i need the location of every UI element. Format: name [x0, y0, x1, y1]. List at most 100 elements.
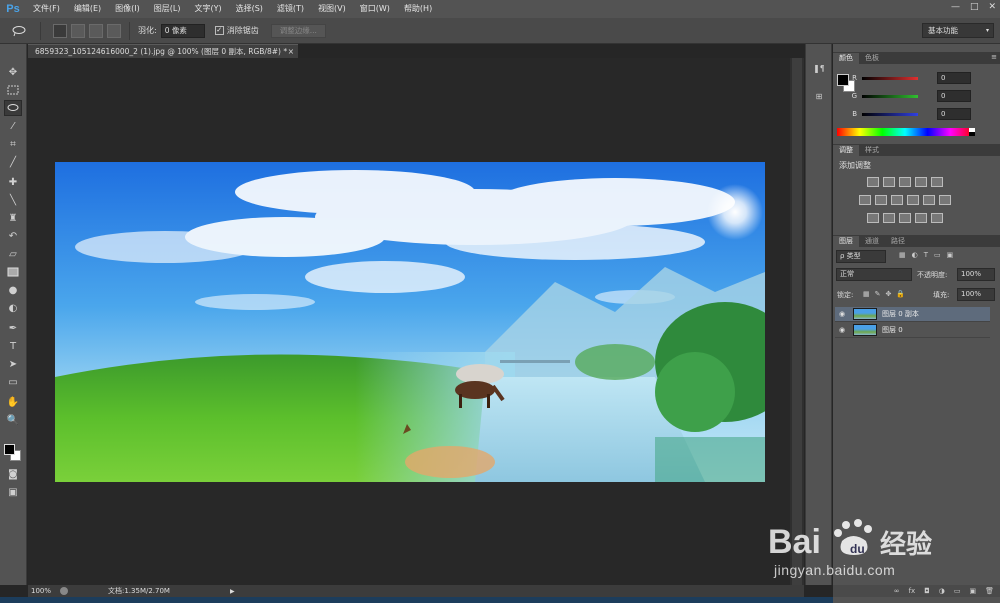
- delete-layer-icon[interactable]: 🗑: [985, 587, 994, 595]
- shape-tool-icon[interactable]: ▭: [4, 374, 22, 390]
- new-adjustment-icon[interactable]: ◑: [939, 587, 945, 595]
- invert-icon[interactable]: [867, 213, 879, 223]
- document-image[interactable]: [55, 162, 765, 482]
- eraser-tool-icon[interactable]: ▱: [4, 246, 22, 262]
- menu-select[interactable]: 选择(S): [229, 0, 270, 18]
- panel-menu-icon[interactable]: ≡: [991, 53, 997, 61]
- green-slider[interactable]: [862, 94, 918, 98]
- tab-channels[interactable]: 通道: [859, 236, 885, 247]
- posterize-icon[interactable]: [883, 213, 895, 223]
- screen-mode-icon[interactable]: ▣: [4, 484, 22, 500]
- layer-filter-select[interactable]: ρ 类型: [836, 250, 886, 263]
- marquee-tool-icon[interactable]: [4, 82, 22, 98]
- layer-mask-icon[interactable]: ◘: [924, 587, 930, 595]
- new-group-icon[interactable]: ▭: [954, 587, 961, 595]
- subtract-selection-icon[interactable]: [89, 23, 103, 38]
- intersect-selection-icon[interactable]: [107, 23, 121, 38]
- link-layers-icon[interactable]: ∞: [894, 587, 900, 595]
- red-slider[interactable]: [862, 76, 918, 80]
- clone-stamp-tool-icon[interactable]: ♜: [4, 210, 22, 226]
- quick-select-tool-icon[interactable]: ⁄: [4, 118, 22, 134]
- crop-tool-icon[interactable]: ⌗: [4, 136, 22, 152]
- opacity-input[interactable]: 100%: [957, 268, 995, 281]
- color-balance-icon[interactable]: [875, 195, 887, 205]
- close-button[interactable]: ✕: [988, 2, 996, 12]
- green-value[interactable]: 0: [937, 90, 971, 102]
- blur-tool-icon[interactable]: ●: [4, 282, 22, 298]
- new-selection-icon[interactable]: [53, 23, 67, 38]
- move-tool-icon[interactable]: ✥: [4, 64, 22, 80]
- menu-help[interactable]: 帮助(H): [397, 0, 439, 18]
- selective-color-icon[interactable]: [931, 213, 943, 223]
- properties-panel-icon[interactable]: ⊞: [811, 88, 827, 104]
- zoom-tool-icon[interactable]: 🔍: [4, 412, 22, 428]
- photo-filter-icon[interactable]: [907, 195, 919, 205]
- antialias-checkbox[interactable]: ✓: [214, 26, 224, 35]
- layer-style-icon[interactable]: fx: [909, 587, 916, 595]
- lock-icons[interactable]: ▦✎✥🔒: [863, 290, 910, 298]
- document-tab[interactable]: 6859323_105124616000_2 (1).jpg @ 100% (图…: [28, 44, 298, 58]
- color-lookup-icon[interactable]: [939, 195, 951, 205]
- menu-filter[interactable]: 滤镜(T): [270, 0, 311, 18]
- zoom-level[interactable]: 100%: [28, 587, 58, 595]
- maximize-button[interactable]: □: [970, 2, 979, 12]
- refine-edge-button[interactable]: 调整边缘...: [270, 23, 326, 38]
- status-info-icon[interactable]: [60, 587, 68, 595]
- channel-mixer-icon[interactable]: [923, 195, 935, 205]
- tab-paths[interactable]: 路径: [885, 236, 911, 247]
- quick-mask-icon[interactable]: ◙: [4, 466, 22, 482]
- status-menu-arrow-icon[interactable]: ▶: [230, 588, 235, 595]
- tab-color[interactable]: 颜色: [833, 53, 859, 64]
- workspace-select[interactable]: 基本功能 ▾: [922, 23, 994, 38]
- brush-tool-icon[interactable]: ╲: [4, 192, 22, 208]
- gradient-tool-icon[interactable]: [4, 264, 22, 280]
- path-select-tool-icon[interactable]: ➤: [4, 356, 22, 372]
- tab-layers[interactable]: 图层: [833, 236, 859, 247]
- menu-window[interactable]: 窗口(W): [353, 0, 397, 18]
- layer-filter-icons[interactable]: ▦◐T▭▣: [899, 251, 959, 259]
- color-spectrum[interactable]: [837, 128, 973, 136]
- vibrance-icon[interactable]: [931, 177, 943, 187]
- tab-styles[interactable]: 样式: [859, 145, 885, 156]
- add-selection-icon[interactable]: [71, 23, 85, 38]
- healing-brush-tool-icon[interactable]: ✚: [4, 174, 22, 190]
- blue-value[interactable]: 0: [937, 108, 971, 120]
- menu-file[interactable]: 文件(F): [26, 0, 67, 18]
- eye-icon[interactable]: ◉: [835, 310, 849, 318]
- history-brush-tool-icon[interactable]: ↶: [4, 228, 22, 244]
- tab-adjustments[interactable]: 调整: [833, 145, 859, 156]
- levels-icon[interactable]: [883, 177, 895, 187]
- menu-edit[interactable]: 编辑(E): [67, 0, 108, 18]
- threshold-icon[interactable]: [899, 213, 911, 223]
- menu-image[interactable]: 图像(I): [108, 0, 147, 18]
- exposure-icon[interactable]: [915, 177, 927, 187]
- red-value[interactable]: 0: [937, 72, 971, 84]
- canvas-scrollbar[interactable]: [790, 58, 804, 585]
- type-tool-icon[interactable]: T: [4, 338, 22, 354]
- pen-tool-icon[interactable]: ✒: [4, 320, 22, 336]
- brightness-icon[interactable]: [867, 177, 879, 187]
- close-document-icon[interactable]: ×: [288, 45, 294, 58]
- layer-row[interactable]: ◉ 图层 0: [835, 323, 990, 338]
- lasso-tool-preset-icon[interactable]: [6, 23, 32, 39]
- feather-input[interactable]: 0 像素: [160, 23, 205, 38]
- color-foreground-swatch[interactable]: [837, 74, 849, 86]
- eye-icon[interactable]: ◉: [835, 326, 849, 334]
- lasso-tool-icon[interactable]: [4, 100, 22, 116]
- curves-icon[interactable]: [899, 177, 911, 187]
- blend-mode-select[interactable]: 正常: [836, 268, 912, 281]
- menu-type[interactable]: 文字(Y): [187, 0, 228, 18]
- blue-slider[interactable]: [862, 112, 918, 116]
- history-panel-icon[interactable]: ❚¶: [811, 60, 827, 76]
- tab-swatches[interactable]: 色板: [859, 53, 885, 64]
- minimize-button[interactable]: —: [951, 2, 960, 12]
- hue-saturation-icon[interactable]: [859, 195, 871, 205]
- menu-layer[interactable]: 图层(L): [147, 0, 188, 18]
- dodge-tool-icon[interactable]: ◐: [4, 300, 22, 316]
- menu-view[interactable]: 视图(V): [311, 0, 353, 18]
- black-white-swatch[interactable]: [969, 128, 975, 136]
- fill-input[interactable]: 100%: [957, 288, 995, 301]
- eyedropper-tool-icon[interactable]: ╱: [4, 154, 22, 170]
- black-white-icon[interactable]: [891, 195, 903, 205]
- new-layer-icon[interactable]: ▣: [969, 587, 976, 595]
